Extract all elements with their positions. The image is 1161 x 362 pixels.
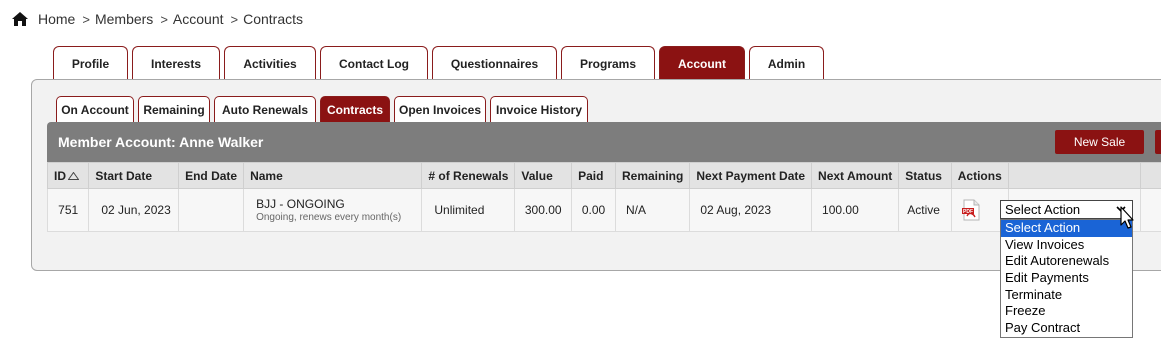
action-dropdown-list: Select Action View Invoices Edit Autoren…	[1000, 219, 1133, 338]
tab-activities[interactable]: Activities	[224, 46, 316, 80]
column-header-name[interactable]: Name	[243, 162, 423, 189]
contracts-table: ID Start Date End Date Name # of Renewal…	[46, 162, 1161, 232]
table-row: 751 02 Jun, 2023 BJJ - ONGOING Ongoing, …	[46, 188, 1161, 232]
column-header-remaining[interactable]: Remaining	[614, 162, 691, 189]
tab-profile[interactable]: Profile	[53, 46, 128, 80]
tab-admin[interactable]: Admin	[749, 46, 824, 80]
cell-end-date	[178, 188, 245, 232]
cell-renewals: Unlimited	[421, 188, 516, 232]
breadcrumb-separator: >	[230, 11, 239, 27]
account-panel: On Account Remaining Auto Renewals Contr…	[31, 79, 1161, 271]
breadcrumb-account[interactable]: Account	[173, 11, 224, 27]
column-header-end-date[interactable]: End Date	[178, 162, 245, 189]
cell-name: BJJ - ONGOING Ongoing, renews every mont…	[243, 188, 423, 232]
cell-start-date: 02 Jun, 2023	[88, 188, 180, 232]
dropdown-option-terminate[interactable]: Terminate	[1001, 287, 1132, 304]
column-header-next-amount[interactable]: Next Amount	[811, 162, 900, 189]
dropdown-option-view-invoices[interactable]: View Invoices	[1001, 237, 1132, 254]
breadcrumb-contracts: Contracts	[243, 11, 304, 27]
column-header-blank	[1007, 162, 1141, 189]
breadcrumb-separator: >	[82, 11, 90, 27]
column-header-renewals[interactable]: # of Renewals	[421, 162, 516, 189]
breadcrumb-home[interactable]: Home	[38, 11, 75, 27]
column-header-actions: Actions	[950, 162, 1009, 189]
column-header-value[interactable]: Value	[514, 162, 573, 189]
sort-asc-icon	[68, 172, 79, 181]
pdf-icon[interactable]: PDF	[960, 199, 982, 221]
cell-next-payment-date: 02 Aug, 2023	[689, 188, 813, 232]
cell-remaining: N/A	[614, 188, 691, 232]
new-sale-button[interactable]: New Sale	[1055, 130, 1144, 154]
subtab-auto-renewals[interactable]: Auto Renewals	[214, 96, 316, 122]
breadcrumb-members[interactable]: Members	[95, 11, 153, 27]
cell-paid: 0.00	[571, 188, 616, 232]
tab-programs[interactable]: Programs	[561, 46, 655, 80]
subtab-remaining[interactable]: Remaining	[138, 96, 210, 122]
cell-blank	[1139, 188, 1161, 232]
action-select-value: Select Action	[1005, 202, 1081, 217]
header-extra-button[interactable]	[1155, 130, 1161, 154]
column-header-paid[interactable]: Paid	[571, 162, 616, 189]
member-account-title: Member Account: Anne Walker	[58, 134, 264, 150]
tab-account[interactable]: Account	[659, 46, 745, 80]
column-header-status[interactable]: Status	[898, 162, 952, 189]
dropdown-option-select-action[interactable]: Select Action	[1001, 220, 1132, 237]
action-select[interactable]: Select Action	[1000, 200, 1133, 219]
contract-name: BJJ - ONGOING	[256, 197, 345, 211]
tab-questionnaires[interactable]: Questionnaires	[432, 46, 557, 80]
dropdown-option-pay-contract[interactable]: Pay Contract	[1001, 320, 1132, 337]
member-header-bar: Member Account: Anne Walker New Sale	[47, 122, 1161, 162]
dropdown-option-freeze[interactable]: Freeze	[1001, 303, 1132, 320]
breadcrumb: Home > Members > Account > Contracts	[12, 11, 303, 27]
breadcrumb-separator: >	[160, 11, 168, 27]
mouse-cursor-icon	[1120, 206, 1134, 229]
table-header-row: ID Start Date End Date Name # of Renewal…	[46, 162, 1161, 189]
cell-status: Active	[898, 188, 952, 232]
column-header-start-date[interactable]: Start Date	[88, 162, 180, 189]
subtab-open-invoices[interactable]: Open Invoices	[394, 96, 486, 122]
tab-contact-log[interactable]: Contact Log	[320, 46, 428, 80]
subtab-on-account[interactable]: On Account	[56, 96, 134, 122]
subtab-contracts[interactable]: Contracts	[320, 96, 390, 122]
cell-value: 300.00	[514, 188, 573, 232]
tab-interests[interactable]: Interests	[132, 46, 220, 80]
column-header-id[interactable]: ID	[46, 162, 90, 189]
contract-name-subtitle: Ongoing, renews every month(s)	[256, 212, 402, 223]
cell-id: 751	[46, 188, 90, 232]
dropdown-option-edit-autorenewals[interactable]: Edit Autorenewals	[1001, 253, 1132, 270]
home-icon[interactable]	[12, 12, 28, 26]
dropdown-option-edit-payments[interactable]: Edit Payments	[1001, 270, 1132, 287]
subtab-invoice-history[interactable]: Invoice History	[490, 96, 588, 122]
cell-next-amount: 100.00	[811, 188, 900, 232]
column-header-next-payment-date[interactable]: Next Payment Date	[689, 162, 813, 189]
column-header-blank	[1139, 162, 1161, 189]
